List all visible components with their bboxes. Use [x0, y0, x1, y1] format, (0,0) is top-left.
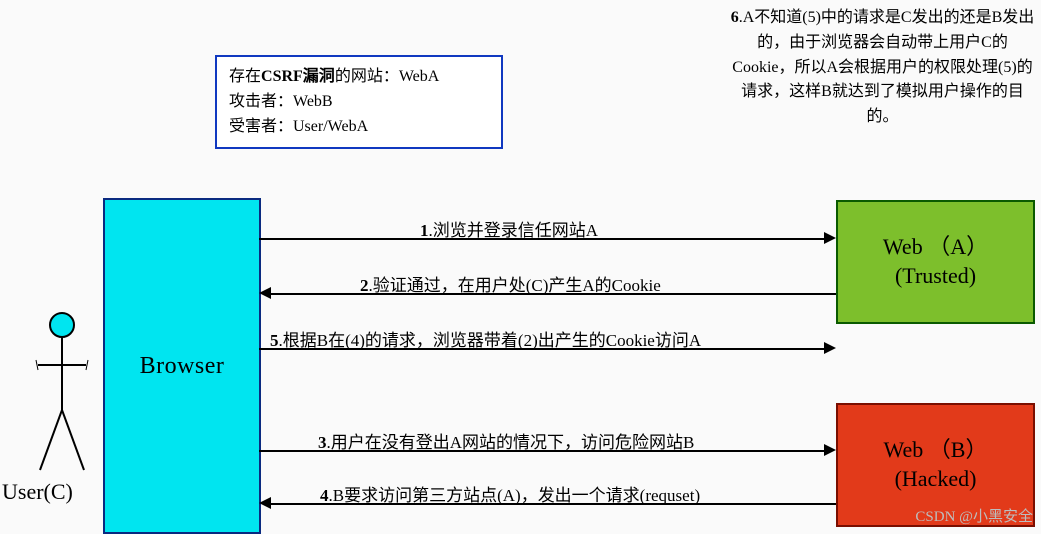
web-b-title: Web （B） [884, 436, 988, 465]
legend-line2: 攻击者：WebB [229, 90, 489, 115]
web-a-sub: (Trusted) [895, 262, 976, 291]
arrowhead-step4 [259, 497, 271, 509]
web-b-sub: (Hacked) [895, 465, 977, 494]
arrowhead-step2 [259, 287, 271, 299]
legend-line1: 存在CSRF漏洞的网站：WebA [229, 65, 489, 90]
step3-label: 3.用户在没有登出A网站的情况下，访问危险网站B [318, 428, 694, 453]
step5-label: 5.根据B在(4)的请求，浏览器带着(2)出产生的Cookie访问A [270, 326, 701, 351]
legend-line3: 受害者：User/WebA [229, 115, 489, 140]
step1-label: 1.浏览并登录信任网站A [420, 216, 598, 241]
web-a-title: Web （A） [883, 233, 988, 262]
step4-label: 4.B要求访问第三方站点(A)，发出一个请求(requset) [320, 481, 700, 506]
watermark: CSDN @小黑安全 [915, 505, 1033, 526]
arrowhead-step5 [824, 342, 836, 354]
user-icon [32, 310, 92, 480]
browser-label: Browser [140, 353, 225, 380]
step6-note: 6.A不知道(5)中的请求是C发出的还是B发出的，由于浏览器会自动带上用户C的C… [730, 6, 1035, 130]
user-label: User(C) [2, 479, 73, 505]
web-a-box: Web （A） (Trusted) [836, 200, 1035, 324]
arrowhead-step3 [824, 444, 836, 456]
browser-box: Browser [103, 198, 261, 534]
legend-box: 存在CSRF漏洞的网站：WebA 攻击者：WebB 受害者：User/WebA [215, 55, 503, 149]
step2-label: 2.验证通过，在用户处(C)产生A的Cookie [360, 271, 661, 296]
arrowhead-step1 [824, 232, 836, 244]
